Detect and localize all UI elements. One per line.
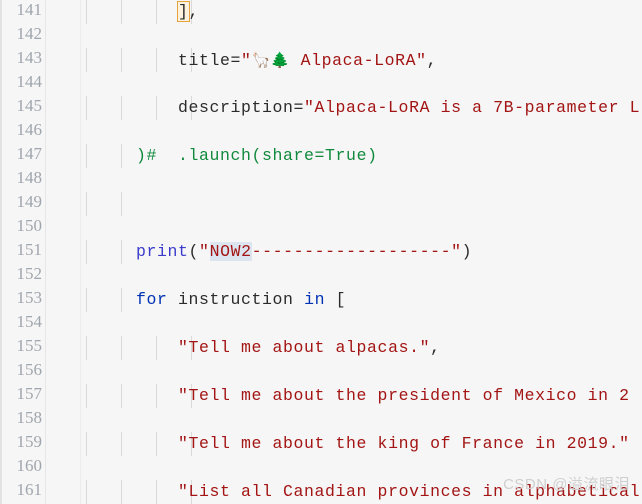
- line-content[interactable]: "Tell me about alpacas.",: [52, 336, 441, 360]
- code-editor[interactable]: 141 ], 142 title="🦙🌲 Alpaca-LoRA", 143 des…: [0, 0, 642, 504]
- code-token: ": [241, 51, 252, 70]
- code-lines-container[interactable]: 141 ], 142 title="🦙🌲 Alpaca-LoRA", 143 des…: [0, 0, 642, 504]
- line-number: 159: [16, 432, 43, 451]
- code-token: instruction: [167, 290, 305, 309]
- line-content[interactable]: print("NOW2-------------------"): [52, 240, 472, 264]
- code-line[interactable]: "Tell me about alpacas.",: [0, 336, 642, 360]
- code-line[interactable]: ],: [0, 0, 642, 24]
- code-token: ]: [177, 1, 190, 22]
- line-number: 157: [16, 384, 43, 403]
- code-token: description=: [52, 98, 305, 117]
- line-number: 155: [16, 336, 43, 355]
- code-token: NOW2: [209, 242, 252, 261]
- code-line[interactable]: "Tell me about the king of France in 201…: [0, 432, 642, 456]
- code-token: (: [188, 242, 200, 261]
- indent-guide: [86, 192, 87, 216]
- indent-guide: [121, 192, 122, 216]
- code-token: for: [136, 290, 168, 309]
- code-token: ,: [188, 2, 200, 21]
- line-content[interactable]: for instruction in [: [52, 288, 346, 312]
- line-number: 142: [16, 24, 43, 43]
- line-number: 153: [16, 288, 43, 307]
- line-content[interactable]: "Tell me about the president of Mexico i…: [52, 384, 630, 408]
- code-token: 🦙🌲: [251, 51, 291, 69]
- code-token: title=: [52, 51, 242, 70]
- line-number: 158: [16, 408, 43, 427]
- code-token: -------------------": [251, 242, 462, 261]
- line-content[interactable]: ],: [52, 0, 199, 24]
- code-line[interactable]: [0, 192, 642, 216]
- code-token: Alpaca-LoRA": [290, 51, 427, 70]
- line-number: 160: [16, 456, 43, 475]
- line-number: 152: [16, 264, 43, 283]
- code-line[interactable]: )# .launch(share=True): [0, 144, 642, 168]
- line-number: 161: [16, 480, 43, 499]
- code-token: "Tell me about the president of Mexico i…: [178, 386, 630, 405]
- line-number: 145: [16, 96, 43, 115]
- code-token: # .launch(share=True): [146, 146, 378, 165]
- code-token: "Tell me about the king of France in 201…: [178, 434, 630, 453]
- code-token: ,: [426, 51, 438, 70]
- code-token: ": [199, 242, 210, 261]
- line-content[interactable]: description="Alpaca-LoRA is a 7B-paramet…: [52, 96, 642, 120]
- code-line[interactable]: description="Alpaca-LoRA is a 7B-paramet…: [0, 96, 642, 120]
- code-token: in: [304, 290, 326, 309]
- code-line[interactable]: title="🦙🌲 Alpaca-LoRA",: [0, 48, 642, 72]
- line-number: 148: [16, 168, 43, 187]
- line-number: 146: [16, 120, 43, 139]
- line-number: 144: [16, 72, 43, 91]
- line-content[interactable]: )# .launch(share=True): [52, 144, 378, 168]
- line-number: 150: [16, 216, 43, 235]
- line-content[interactable]: "Tell me about the king of France in 201…: [52, 432, 630, 456]
- line-number: 154: [16, 312, 43, 331]
- code-token: [: [325, 290, 347, 309]
- code-line[interactable]: print("NOW2-------------------"): [0, 240, 642, 264]
- code-token: ): [461, 242, 473, 261]
- line-number: 147: [16, 144, 43, 163]
- code-line[interactable]: for instruction in [: [0, 288, 642, 312]
- code-line[interactable]: "Tell me about the president of Mexico i…: [0, 384, 642, 408]
- code-token: "Tell me about alpacas.": [178, 338, 431, 357]
- code-token: "Alpaca-LoRA is a 7B-parameter LLaM: [304, 98, 642, 117]
- line-number: 149: [16, 192, 43, 211]
- line-number: 156: [16, 360, 43, 379]
- csdn-watermark: CSDN @溢流眼泪: [503, 476, 630, 493]
- line-content[interactable]: title="🦙🌲 Alpaca-LoRA",: [52, 48, 437, 73]
- code-token: print: [136, 242, 189, 261]
- code-token: ,: [430, 338, 441, 357]
- line-number: 143: [16, 48, 43, 67]
- line-number: 151: [16, 240, 43, 259]
- code-token: ): [136, 146, 147, 165]
